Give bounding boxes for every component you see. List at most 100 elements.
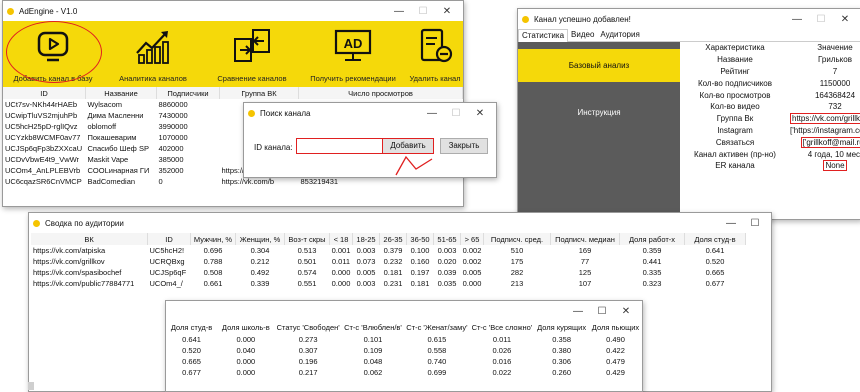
col-students[interactable]: Доля студ-в <box>166 321 218 334</box>
maximize-button[interactable]: ☐ <box>590 306 614 317</box>
close-button[interactable]: ✕ <box>614 306 638 317</box>
cell-subscribers: 1070000 <box>158 133 188 142</box>
col-workers[interactable]: Доля работ-х <box>619 233 685 245</box>
added-tabs: Статистика Видео Аудитория <box>518 29 860 42</box>
col-drinkers[interactable]: Доля пьющих <box>588 321 642 334</box>
stat-value: Грильков <box>818 55 852 65</box>
tab-video[interactable]: Видео <box>568 29 597 41</box>
cell-value: 0.040 <box>236 346 256 355</box>
close-button[interactable]: ✕ <box>833 14 857 25</box>
cell-value: 0.100 <box>410 246 430 255</box>
col-id[interactable]: ID <box>147 233 191 245</box>
cell-value: 0.677 <box>705 279 725 288</box>
cell-value: 0.422 <box>606 346 625 355</box>
cell-id: UCt7sv-NKh44rHAEb <box>5 100 78 109</box>
cell-value: 0.181 <box>410 279 430 288</box>
scrollbar[interactable] <box>28 382 34 390</box>
vk-group-link[interactable]: https://vk.com/grillkov <box>790 113 860 125</box>
cell-value: 0.101 <box>363 335 383 344</box>
compare-channels-button[interactable]: Сравнение каналов <box>207 25 297 85</box>
col-under-18[interactable]: < 18 <box>329 233 353 245</box>
col-status-complicated[interactable]: Ст-с 'Все сложно' <box>469 321 535 334</box>
maximize-button[interactable]: ☐ <box>743 218 767 229</box>
col-51-65[interactable]: 51-65 <box>433 233 461 245</box>
cell-value: 0.048 <box>363 357 383 366</box>
channel-analytics-button[interactable]: Аналитика каналов <box>103 25 203 85</box>
delete-channel-button[interactable]: Удалить канал <box>407 25 463 85</box>
col-male[interactable]: Мужчин, % <box>190 233 236 245</box>
get-recommendations-button[interactable]: AD Получить рекомендации <box>301 25 405 85</box>
channel-added-window: Канал успешно добавлен! — ☐ ✕ Статистика… <box>517 8 860 220</box>
cell-value: 0.000 <box>331 268 351 277</box>
audience-table[interactable]: ВК ID Мужчин, % Женщин, % Воз-т скры < 1… <box>31 233 746 289</box>
col-id[interactable]: ID <box>3 87 86 99</box>
stat-label: ER канала <box>715 161 755 171</box>
header-characteristic: Характеристика <box>705 43 765 53</box>
close-button[interactable]: ✕ <box>468 108 492 119</box>
cell-subscribers: 8860000 <box>158 100 188 109</box>
table-row[interactable]: 0.520 0.040 0.307 0.109 0.558 0.026 0.380 0.422 <box>166 345 642 356</box>
col-vk[interactable]: ВК <box>31 233 148 245</box>
maximize-button[interactable]: ☐ <box>444 108 468 119</box>
col-students[interactable]: Доля студ-в <box>684 233 746 245</box>
minimize-button[interactable]: — <box>785 14 809 25</box>
col-status-single[interactable]: Статус 'Свободен' <box>274 321 342 334</box>
cell-id: UCJSp6qF <box>149 268 187 277</box>
table-row[interactable]: 0.677 0.000 0.217 0.062 0.699 0.022 0.260 0.429 <box>166 367 642 378</box>
tab-statistics[interactable]: Статистика <box>518 29 569 42</box>
col-status-married[interactable]: Ст-с 'Женат/заму' <box>404 321 470 334</box>
table-row[interactable]: https://vk.com/spasibochef UCJSp6qF 0.508 0… <box>31 267 746 278</box>
col-smokers[interactable]: Доля курящих <box>534 321 589 334</box>
col-name[interactable]: Название <box>85 87 157 99</box>
instruction-button[interactable]: Инструкция <box>518 96 680 129</box>
cell-value: 0.508 <box>203 268 223 277</box>
col-36-50[interactable]: 36-50 <box>406 233 434 245</box>
main-title: AdEngine - V1.0 <box>19 6 78 16</box>
delete-channel-label: Удалить канал <box>409 74 461 83</box>
cell-value: 0.002 <box>462 257 482 266</box>
cell-value: 0.696 <box>203 246 223 255</box>
cell-value: 0.160 <box>410 257 430 266</box>
stats-row: Кол-во подписчиков 1150000 <box>680 77 860 89</box>
close-button[interactable]: ✕ <box>435 6 459 17</box>
contact-email[interactable]: ['grillkoff@mail.ru'] <box>800 136 860 148</box>
cell-value: 0.501 <box>297 257 317 266</box>
table-row[interactable]: https://vk.com/public77884771 UCOm4_/ 0.66… <box>31 278 746 289</box>
basic-analysis-button[interactable]: Базовый анализ <box>518 49 680 82</box>
col-vk-group[interactable]: Группа ВК <box>219 87 299 99</box>
add-button[interactable]: Добавить <box>382 138 434 154</box>
minimize-button[interactable]: — <box>387 6 411 17</box>
col-schoolchildren[interactable]: Доля школь-в <box>217 321 275 334</box>
tab-audience[interactable]: Аудитория <box>597 29 642 41</box>
col-18-25[interactable]: 18-25 <box>352 233 380 245</box>
col-age-hidden[interactable]: Воз-т скры <box>284 233 330 245</box>
cell-value: 0.231 <box>383 279 403 288</box>
col-female[interactable]: Женщин, % <box>235 233 285 245</box>
cell-value: 0.490 <box>606 335 625 344</box>
col-subscribers[interactable]: Подписчики <box>156 87 220 99</box>
table-row[interactable]: https://vk.com/atpiska UC5hcH2! 0.696 0.304… <box>31 245 746 256</box>
cell-id: UCJSp6qFp3bZXXcaU <box>5 144 83 153</box>
minimize-button[interactable]: — <box>420 108 444 119</box>
close-dialog-button[interactable]: Закрыть <box>440 138 488 154</box>
secondary-table[interactable]: Доля студ-в Доля школь-в Статус 'Свободе… <box>166 321 642 378</box>
app-icon <box>7 7 14 15</box>
cell-vk: https://vk.com/spasibochef <box>33 268 122 277</box>
minimize-button[interactable]: — <box>719 218 743 229</box>
col-subs-mean[interactable]: Подписч. сред. <box>483 233 551 245</box>
cell-value: 0.699 <box>427 368 447 377</box>
col-26-35[interactable]: 26-35 <box>379 233 407 245</box>
cell-value: 0.035 <box>437 279 457 288</box>
table-row[interactable]: https://vk.com/grillkov UCRQBxg 0.788 0.212… <box>31 256 746 267</box>
cell-value: 0.323 <box>642 279 662 288</box>
maximize-button[interactable]: ☐ <box>411 6 435 17</box>
maximize-button[interactable]: ☐ <box>809 14 833 25</box>
col-over-65[interactable]: > 65 <box>460 233 484 245</box>
col-views[interactable]: Число просмотров <box>298 87 463 99</box>
minimize-button[interactable]: — <box>566 306 590 317</box>
col-status-in-love[interactable]: Ст-с 'Влюблен/в' <box>341 321 405 334</box>
col-subs-median[interactable]: Подписч. медиан <box>550 233 620 245</box>
table-row[interactable]: 0.641 0.000 0.273 0.101 0.615 0.011 0.358 0.490 <box>166 334 642 345</box>
table-row[interactable]: 0.665 0.000 0.196 0.048 0.740 0.016 0.306 0.479 <box>166 356 642 367</box>
cell-value: 0.000 <box>462 279 482 288</box>
